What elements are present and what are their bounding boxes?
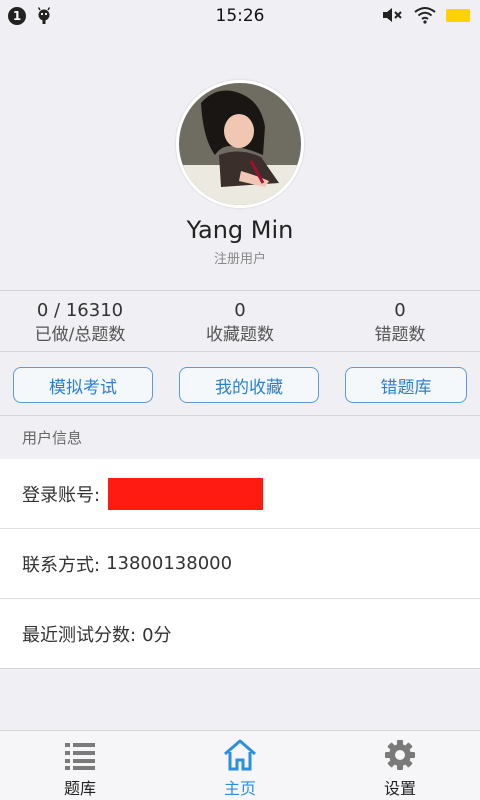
wifi-icon (414, 7, 436, 24)
gear-icon (385, 740, 415, 770)
battery-icon (446, 8, 470, 22)
recent-score-label: 最近测试分数: (22, 624, 137, 646)
stat-value: 0 (394, 300, 406, 321)
stat-label: 已做/总题数 (34, 325, 126, 345)
mute-icon (383, 8, 402, 22)
stat-label: 收藏题数 (206, 325, 274, 345)
stat-value: 0 / 16310 (36, 300, 124, 321)
tab-label: 主页 (223, 779, 256, 798)
stat-done-total: 0 / 16310 已做/总题数 (0, 291, 160, 351)
contact-row: 联系方式: 13800138000 (0, 529, 480, 599)
tab-home[interactable]: 主页 (160, 731, 320, 800)
contact-value: 13800138000 (106, 553, 233, 574)
tab-question-bank[interactable]: 题库 (0, 731, 160, 800)
recent-score-value: 0分 (142, 624, 172, 646)
contact-label: 联系方式: (22, 554, 101, 576)
wrong-questions-button[interactable]: 错题库 (345, 367, 467, 403)
status-bar: 1 15:26 (0, 0, 480, 32)
my-favorites-button[interactable]: 我的收藏 (179, 367, 319, 403)
user-type-label: 注册用户 (213, 252, 266, 267)
stats-row: 0 / 16310 已做/总题数 0 收藏题数 0 错题数 (0, 290, 480, 352)
user-info-list: 登录账号: 联系方式: 13800138000 最近测试分数: 0分 (0, 459, 480, 669)
tab-label: 题库 (63, 779, 96, 798)
account-label: 登录账号: (22, 484, 101, 506)
user-name: Yang Min (186, 216, 294, 244)
stat-label: 错题数 (374, 325, 426, 345)
user-info-section-title: 用户信息 (22, 429, 83, 447)
home-icon (224, 739, 256, 771)
bottom-tab-bar: 题库 主页 设置 (0, 730, 480, 800)
avatar-photo (179, 83, 301, 205)
tab-settings[interactable]: 设置 (320, 731, 480, 800)
tab-label: 设置 (383, 779, 416, 798)
mock-exam-button[interactable]: 模拟考试 (13, 367, 153, 403)
profile-header: Yang Min 注册用户 (0, 32, 480, 290)
action-buttons: 模拟考试 我的收藏 错题库 (0, 353, 480, 416)
avatar[interactable] (176, 80, 304, 208)
stat-wrong: 0 错题数 (320, 291, 480, 351)
account-row: 登录账号: (0, 459, 480, 529)
stat-favorites: 0 收藏题数 (160, 291, 320, 351)
list-icon (65, 743, 95, 770)
redacted-account-value (108, 477, 264, 510)
stat-value: 0 (234, 300, 246, 321)
recent-score-row: 最近测试分数: 0分 (0, 599, 480, 669)
